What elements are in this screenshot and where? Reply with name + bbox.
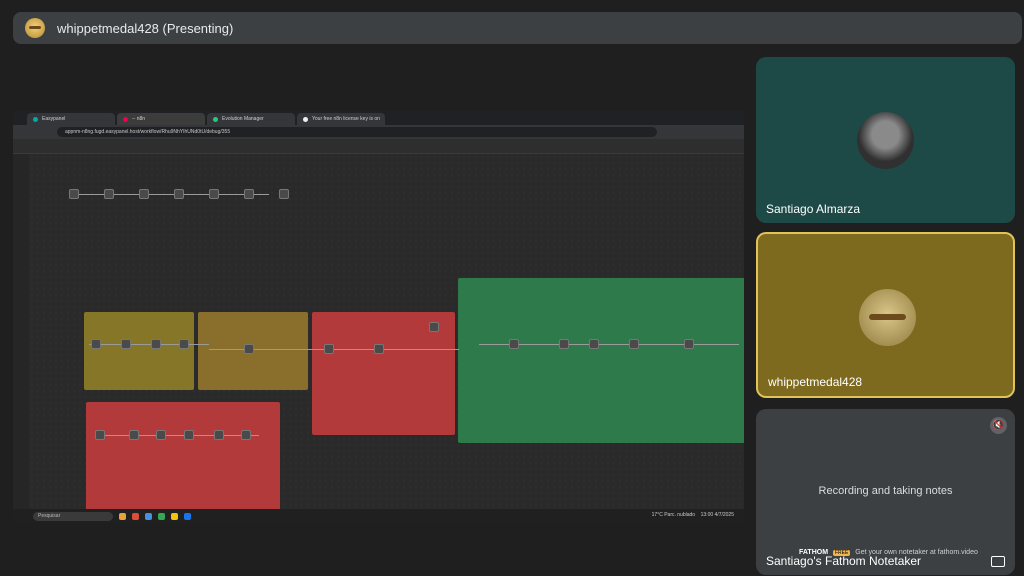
workflow-node[interactable] <box>95 430 105 440</box>
workflow-node[interactable] <box>91 339 101 349</box>
participant-avatar <box>857 112 914 169</box>
participant-name: whippetmedal428 <box>768 375 863 389</box>
presenting-title: whippetmedal428 (Presenting) <box>57 20 234 36</box>
browser-tabstrip: Easypanel -- n8n Evolution Manager Your … <box>13 111 744 125</box>
app-icon[interactable] <box>132 512 139 520</box>
workflow-node[interactable] <box>184 430 194 440</box>
url-input[interactable]: appnm-n8ng.fugd.easypanel.host/workflow/… <box>57 127 657 137</box>
workflow-edge <box>99 435 259 436</box>
app-icon[interactable] <box>184 512 191 520</box>
browser-tab[interactable]: Evolution Manager <box>207 113 295 125</box>
app-icon[interactable] <box>171 512 178 520</box>
sticky-note[interactable] <box>458 278 744 443</box>
address-bar: appnm-n8ng.fugd.easypanel.host/workflow/… <box>13 125 744 139</box>
workflow-node[interactable] <box>324 344 334 354</box>
workflow-node[interactable] <box>156 430 166 440</box>
sticky-note[interactable] <box>84 312 194 390</box>
windows-taskbar: Pesquisar 17°C Parc. nublado 13:00 4/7/2… <box>13 509 744 523</box>
n8n-sidebar <box>13 154 29 509</box>
status-text: Recording and taking notes <box>818 485 953 497</box>
taskbar-search[interactable]: Pesquisar <box>33 511 113 521</box>
workflow-node[interactable] <box>684 339 694 349</box>
workflow-node[interactable] <box>104 189 114 199</box>
participant-tile[interactable]: 🔇 Recording and taking notes FATHOM FREE… <box>756 409 1015 575</box>
browser-tab[interactable]: Your free n8n license key is on <box>297 113 385 125</box>
workflow-edge <box>89 344 209 345</box>
shared-screen: Easypanel -- n8n Evolution Manager Your … <box>13 111 744 523</box>
participant-name: Santiago Almarza <box>766 202 861 216</box>
workflow-node[interactable] <box>174 189 184 199</box>
workflow-node[interactable] <box>244 189 254 199</box>
workflow-node[interactable] <box>241 430 251 440</box>
n8n-icon <box>123 116 128 122</box>
workflow-edge <box>69 194 269 195</box>
workflow-node[interactable] <box>279 189 289 199</box>
n8n-header <box>13 139 744 154</box>
app-icon[interactable] <box>119 512 126 520</box>
participant-tile-speaking[interactable]: whippetmedal428 <box>756 232 1015 398</box>
evolution-icon <box>213 116 218 122</box>
participant-avatar <box>859 289 916 346</box>
sticky-note[interactable] <box>86 402 280 512</box>
workflow-node[interactable] <box>214 430 224 440</box>
mail-icon <box>303 116 308 122</box>
browser-tab-active[interactable]: -- n8n <box>117 113 205 125</box>
workflow-node[interactable] <box>209 189 219 199</box>
workflow-node[interactable] <box>589 339 599 349</box>
workflow-node[interactable] <box>429 322 439 332</box>
workflow-node[interactable] <box>244 344 254 354</box>
clock-time: 13:00 <box>700 512 714 518</box>
participant-tile[interactable]: Santiago Almarza <box>756 57 1015 223</box>
workflow-node[interactable] <box>374 344 384 354</box>
app-icon[interactable] <box>145 512 152 520</box>
workflow-node[interactable] <box>69 189 79 199</box>
workflow-node[interactable] <box>129 430 139 440</box>
expand-icon[interactable] <box>991 556 1005 567</box>
participant-name: Santiago's Fathom Notetaker <box>766 554 922 568</box>
app-icon[interactable] <box>158 512 165 520</box>
taskbar-tray: 17°C Parc. nublado 13:00 4/7/2025 <box>652 512 734 518</box>
clock-date: 4/7/2025 <box>714 512 734 518</box>
browser-tab[interactable]: Easypanel <box>27 113 115 125</box>
presenting-bar: whippetmedal428 (Presenting) <box>13 12 1022 44</box>
workflow-node[interactable] <box>139 189 149 199</box>
workflow-canvas[interactable] <box>29 154 744 512</box>
mic-off-icon: 🔇 <box>990 417 1007 434</box>
workflow-node[interactable] <box>121 339 131 349</box>
presenter-avatar <box>25 18 45 38</box>
workflow-node[interactable] <box>509 339 519 349</box>
workflow-node[interactable] <box>559 339 569 349</box>
workflow-node[interactable] <box>151 339 161 349</box>
workflow-node[interactable] <box>179 339 189 349</box>
workflow-node[interactable] <box>629 339 639 349</box>
weather-text: 17°C Parc. nublado <box>651 512 696 518</box>
easypanel-icon <box>33 116 38 122</box>
